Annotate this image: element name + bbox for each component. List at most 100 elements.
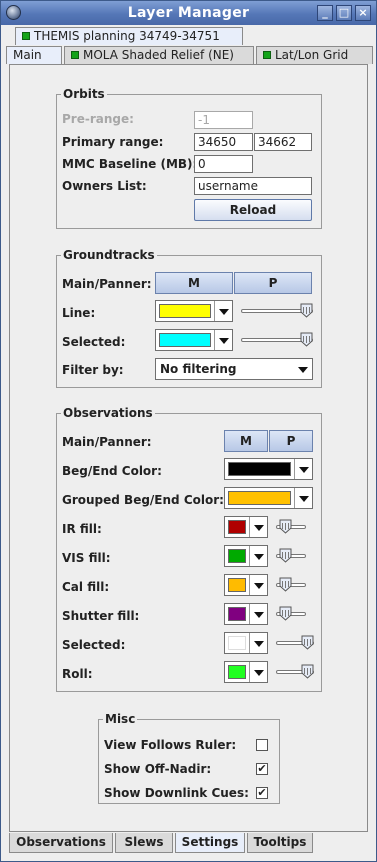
obs-selected-opacity-slider[interactable] [276,635,314,651]
layer-tabs: THEMIS planning 34749-34751 Main MOLA Sh… [6,27,374,65]
bottom-tabs: Observations Slews Settings Tooltips [9,833,375,855]
mmc-baseline-field[interactable]: 0 [194,155,253,173]
obs-vis-label: VIS fill: [62,551,111,565]
layer-visible-icon [71,51,79,59]
obs-panner-toggle[interactable]: P [269,430,313,452]
chevron-down-icon[interactable] [294,459,312,479]
obs-ir-swatch [228,520,246,534]
mmc-baseline-label: MMC Baseline (MB): [62,157,198,171]
tab-observations[interactable]: Observations [9,833,113,853]
gt-filter-combo[interactable]: No filtering [155,358,313,380]
gt-selected-color-combo[interactable] [155,329,233,351]
tab-tooltips[interactable]: Tooltips [247,833,313,853]
tab-label: MOLA Shaded Relief (NE) [83,48,234,62]
gt-filter-label: Filter by: [62,363,124,377]
view-follows-ruler-label: View Follows Ruler: [104,738,237,752]
tab-settings[interactable]: Settings [175,833,245,853]
slider-thumb-icon[interactable] [279,606,292,621]
obs-selected-color-combo[interactable] [224,632,268,654]
pre-range-label: Pre-range: [62,112,134,126]
chevron-down-icon[interactable] [294,359,312,379]
layer-manager-window: Layer Manager _ □ × THEMIS planning 3474… [0,0,377,862]
obs-grouped-label: Grouped Beg/End Color: [62,493,224,507]
tab-label: Main [13,48,42,62]
gt-line-opacity-slider[interactable] [241,303,313,319]
obs-grouped-color-combo[interactable] [224,487,313,509]
primary-range-label: Primary range: [62,135,164,149]
obs-shutter-color-combo[interactable] [224,603,268,625]
obs-cal-color-combo[interactable] [224,574,268,596]
tab-mola-shaded-relief[interactable]: MOLA Shaded Relief (NE) [64,46,254,64]
show-downlink-cues-label: Show Downlink Cues: [104,786,249,800]
chevron-down-icon[interactable] [294,488,312,508]
slider-thumb-icon[interactable] [301,635,314,650]
slider-thumb-icon[interactable] [279,548,292,563]
primary-range-end-field[interactable]: 34662 [254,133,312,151]
chevron-down-icon[interactable] [249,517,267,537]
title-bar[interactable]: Layer Manager _ □ × [1,1,376,25]
tab-lat-lon-grid[interactable]: Lat/Lon Grid [256,46,373,64]
pre-range-field[interactable]: -1 [194,111,253,129]
obs-grouped-swatch [228,491,291,505]
reload-button[interactable]: Reload [194,199,312,221]
obs-ir-label: IR fill: [62,522,102,536]
slider-thumb-icon[interactable] [279,577,292,592]
obs-main-panner-label: Main/Panner: [62,435,152,449]
gt-filter-value: No filtering [160,362,237,376]
close-button[interactable]: × [355,5,371,21]
layer-visible-icon [263,51,271,59]
groundtracks-legend: Groundtracks [63,248,155,262]
owners-list-field[interactable]: username [194,177,312,195]
chevron-down-icon[interactable] [249,575,267,595]
layer-visible-icon [22,32,30,40]
show-off-nadir-label: Show Off-Nadir: [104,762,212,776]
obs-roll-opacity-slider[interactable] [276,664,314,680]
gt-selected-opacity-slider[interactable] [241,332,313,348]
chevron-down-icon[interactable] [249,662,267,682]
view-follows-ruler-checkbox[interactable] [256,739,268,751]
obs-cal-label: Cal fill: [62,580,110,594]
gt-panner-toggle[interactable]: P [234,272,312,294]
gt-line-color-swatch [159,304,211,318]
obs-cal-swatch [228,578,246,592]
slider-thumb-icon[interactable] [301,664,314,679]
obs-shutter-opacity-slider[interactable] [276,606,306,622]
obs-cal-opacity-slider[interactable] [276,577,306,593]
maximize-button[interactable]: □ [336,5,352,21]
gt-main-panner-label: Main/Panner: [62,277,152,291]
slider-thumb-icon[interactable] [300,332,313,347]
owners-list-label: Owners List: [62,179,147,193]
primary-range-start-field[interactable]: 34650 [194,133,253,151]
slider-thumb-icon[interactable] [300,303,313,318]
show-downlink-cues-checkbox[interactable]: ✔ [256,787,268,799]
observations-legend: Observations [63,406,153,420]
gt-line-color-combo[interactable] [155,300,233,322]
tab-themis-planning[interactable]: THEMIS planning 34749-34751 [15,27,243,45]
show-off-nadir-checkbox[interactable]: ✔ [256,763,268,775]
tab-label: Lat/Lon Grid [275,48,349,62]
chevron-down-icon[interactable] [214,330,232,350]
obs-selected-label: Selected: [62,638,126,652]
obs-roll-label: Roll: [62,667,93,681]
tab-main[interactable]: Main [6,46,62,64]
obs-shutter-label: Shutter fill: [62,609,140,623]
obs-selected-swatch [228,636,246,650]
slider-thumb-icon[interactable] [279,519,292,534]
chevron-down-icon[interactable] [249,633,267,653]
obs-main-toggle[interactable]: M [224,430,268,452]
chevron-down-icon[interactable] [214,301,232,321]
obs-ir-opacity-slider[interactable] [276,519,306,535]
obs-beg-end-swatch [228,462,291,476]
gt-selected-color-swatch [159,333,211,347]
minimize-button[interactable]: _ [317,5,333,21]
gt-main-toggle[interactable]: M [155,272,233,294]
obs-vis-color-combo[interactable] [224,545,268,567]
chevron-down-icon[interactable] [249,604,267,624]
obs-vis-opacity-slider[interactable] [276,548,306,564]
tab-slews[interactable]: Slews [115,833,173,853]
obs-ir-color-combo[interactable] [224,516,268,538]
chevron-down-icon[interactable] [249,546,267,566]
obs-roll-color-combo[interactable] [224,661,268,683]
obs-beg-end-color-combo[interactable] [224,458,313,480]
tab-label: THEMIS planning 34749-34751 [34,29,220,43]
